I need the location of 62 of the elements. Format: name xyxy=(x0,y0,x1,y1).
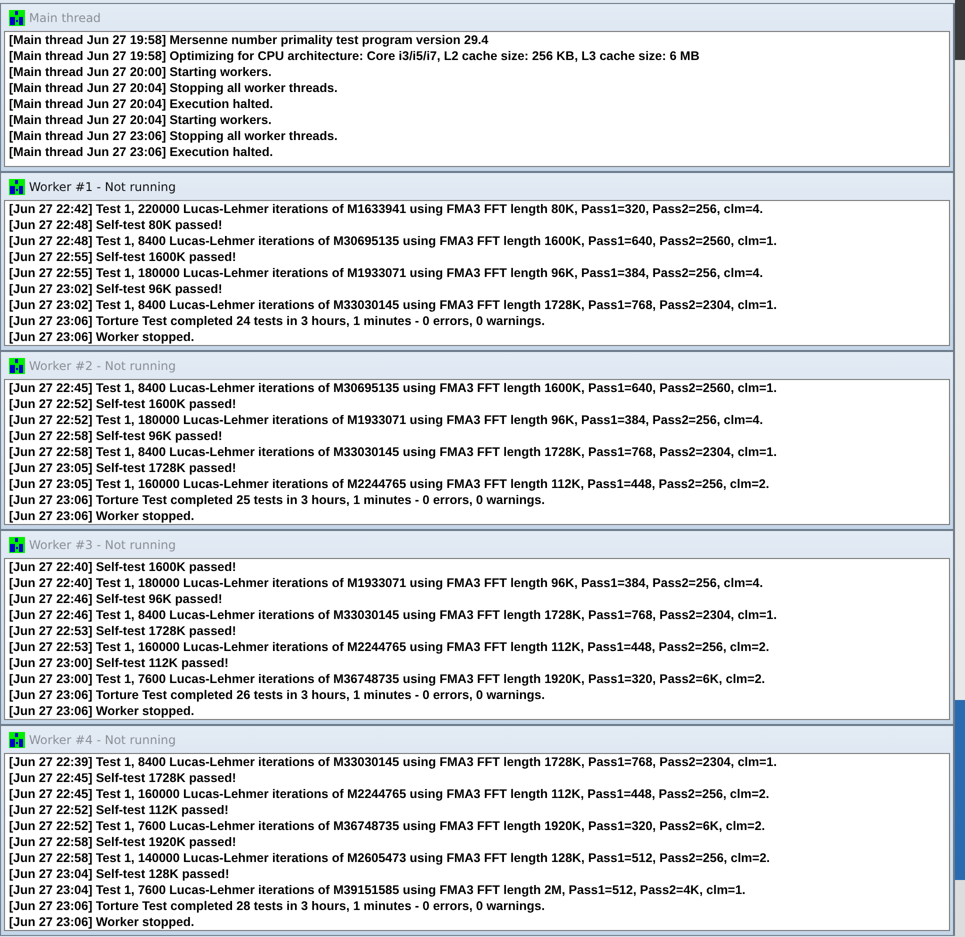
log-line: [Jun 27 22:46] Self-test 96K passed! xyxy=(9,591,224,607)
app-icon xyxy=(9,358,25,374)
log-line: [Jun 27 22:52] Self-test 1600K passed! xyxy=(9,396,238,412)
log-line: [Jun 27 23:00] Test 1, 7600 Lucas-Lehmer iterations of M36748735 using FMA3 FFT length 1920K, Pass1=320, Pass2=6K, clm=2. xyxy=(9,671,766,687)
log-line: [Main thread Jun 27 20:04] Starting workers. xyxy=(9,112,273,128)
log-line: [Jun 27 23:06] Torture Test completed 25 tests in 3 hours, 1 minutes - 0 errors, 0 warnings. xyxy=(9,492,546,508)
title-bar[interactable]: Worker #4 - Not running xyxy=(4,726,950,753)
log-line: [Jun 27 22:52] Self-test 112K passed! xyxy=(9,802,230,818)
window-title: Main thread xyxy=(29,10,101,24)
log-line: [Main thread Jun 27 23:06] Stopping all worker threads. xyxy=(9,128,339,144)
log-line: [Jun 27 22:55] Self-test 1600K passed! xyxy=(9,249,238,265)
window-title: Worker #3 - Not running xyxy=(29,538,176,552)
log-line: [Jun 27 23:00] Self-test 112K passed! xyxy=(9,655,230,671)
title-bar[interactable]: Worker #3 - Not running xyxy=(4,531,950,558)
log-line: [Main thread Jun 27 20:00] Starting workers. xyxy=(9,64,273,80)
log-line: [Jun 27 22:48] Self-test 80K passed! xyxy=(9,217,224,233)
title-bar[interactable]: Main thread xyxy=(4,4,950,31)
log-line: [Jun 27 22:45] Self-test 1728K passed! xyxy=(9,770,238,786)
log-line: [Jun 27 22:58] Self-test 96K passed! xyxy=(9,428,224,444)
app-icon xyxy=(9,732,25,748)
log-line: [Jun 27 23:06] Torture Test completed 26 tests in 3 hours, 1 minutes - 0 errors, 0 warnings. xyxy=(9,687,546,703)
window-title: Worker #2 - Not running xyxy=(29,358,176,372)
log-line: [Jun 27 23:06] Torture Test completed 28 tests in 3 hours, 1 minutes - 0 errors, 0 warnings. xyxy=(9,898,546,914)
log-line: [Jun 27 22:46] Test 1, 8400 Lucas-Lehmer iterations of M33030145 using FMA3 FFT length 1728K, Pass1=768, Pass2=2304, clm=1. xyxy=(9,607,778,623)
log-line: [Jun 27 22:45] Test 1, 160000 Lucas-Lehmer iterations of M2244765 using FMA3 FFT length 112K, Pass1=448, Pass2=256, clm=2. xyxy=(9,786,770,802)
log-line: [Jun 27 23:05] Self-test 1728K passed! xyxy=(9,460,238,476)
log-line: [Jun 27 22:55] Test 1, 180000 Lucas-Lehmer iterations of M1933071 using FMA3 FFT length 96K, Pass1=384, Pass2=256, clm=4. xyxy=(9,265,764,281)
log-line: [Jun 27 23:06] Worker stopped. xyxy=(9,914,196,930)
title-bar[interactable]: Worker #1 - Not running xyxy=(4,173,950,200)
log-line: [Jun 27 22:58] Self-test 1920K passed! xyxy=(9,834,238,850)
log-line: [Main thread Jun 27 23:06] Execution halted. xyxy=(9,144,274,160)
window-title: Worker #1 - Not running xyxy=(29,180,176,194)
log-line: [Jun 27 22:52] Test 1, 7600 Lucas-Lehmer iterations of M36748735 using FMA3 FFT length 1920K, Pass1=320, Pass2=6K, clm=2. xyxy=(9,818,766,834)
log-line: [Jun 27 22:40] Test 1, 180000 Lucas-Lehmer iterations of M1933071 using FMA3 FFT length 96K, Pass1=384, Pass2=256, clm=4. xyxy=(9,575,764,591)
log-line: [Jun 27 23:02] Test 1, 8400 Lucas-Lehmer iterations of M33030145 using FMA3 FFT length 1728K, Pass1=768, Pass2=2304, clm=1. xyxy=(9,297,778,313)
log-line: [Jun 27 22:53] Self-test 1728K passed! xyxy=(9,623,238,639)
log-line: [Jun 27 23:05] Test 1, 160000 Lucas-Lehmer iterations of M2244765 using FMA3 FFT length 112K, Pass1=448, Pass2=256, clm=2. xyxy=(9,476,770,492)
log-line: [Jun 27 22:58] Test 1, 140000 Lucas-Lehmer iterations of M2605473 using FMA3 FFT length 128K, Pass1=512, Pass2=256, clm=2. xyxy=(9,850,771,866)
log-line: [Main thread Jun 27 19:58] Optimizing for CPU architecture: Core i3/i5/i7, L2 cache size: 256 KB, L3 cache size: 6 MB xyxy=(9,48,700,64)
app-icon xyxy=(9,178,25,194)
app-icon xyxy=(9,536,25,552)
log-line: [Jun 27 22:45] Test 1, 8400 Lucas-Lehmer iterations of M30695135 using FMA3 FFT length 1600K, Pass1=640, Pass2=2560, clm=1. xyxy=(9,380,778,396)
log-line: [Main thread Jun 27 20:04] Execution halted. xyxy=(9,96,274,112)
log-line: [Jun 27 22:40] Self-test 1600K passed! xyxy=(9,559,238,575)
log-line: [Main thread Jun 27 19:58] Mersenne number primality test program version 29.4 xyxy=(9,32,490,48)
window-title: Worker #4 - Not running xyxy=(29,732,176,746)
log-line: [Jun 27 22:53] Test 1, 160000 Lucas-Lehmer iterations of M2244765 using FMA3 FFT length 112K, Pass1=448, Pass2=256, clm=2. xyxy=(9,639,770,655)
log-line: [Jun 27 23:06] Worker stopped. xyxy=(9,703,196,719)
log-line: [Jun 27 23:06] Worker stopped. xyxy=(9,329,196,345)
log-line: [Jun 27 22:52] Test 1, 180000 Lucas-Lehmer iterations of M1933071 using FMA3 FFT length 96K, Pass1=384, Pass2=256, clm=4. xyxy=(9,412,764,428)
log-line: [Jun 27 22:48] Test 1, 8400 Lucas-Lehmer iterations of M30695135 using FMA3 FFT length 1600K, Pass1=640, Pass2=2560, clm=1. xyxy=(9,233,778,249)
log-line: [Jun 27 22:58] Test 1, 8400 Lucas-Lehmer iterations of M33030145 using FMA3 FFT length 1728K, Pass1=768, Pass2=2304, clm=1. xyxy=(9,444,778,460)
title-bar[interactable]: Worker #2 - Not running xyxy=(4,352,950,379)
log-line: [Jun 27 23:06] Torture Test completed 24 tests in 3 hours, 1 minutes - 0 errors, 0 warnings. xyxy=(9,313,546,329)
log-line: [Jun 27 23:04] Test 1, 7600 Lucas-Lehmer iterations of M39151585 using FMA3 FFT length 2M, Pass1=512, Pass2=4K, clm=1. xyxy=(9,882,747,898)
log-line: [Jun 27 22:39] Test 1, 8400 Lucas-Lehmer iterations of M33030145 using FMA3 FFT length 1728K, Pass1=768, Pass2=2304, clm=1. xyxy=(9,754,778,770)
log-line: [Jun 27 23:04] Self-test 128K passed! xyxy=(9,866,230,882)
app-icon xyxy=(9,10,25,26)
log-line: [Jun 27 23:06] Worker stopped. xyxy=(9,508,196,524)
log-line: [Jun 27 22:42] Test 1, 220000 Lucas-Lehmer iterations of M1633941 using FMA3 FFT length 80K, Pass1=320, Pass2=256, clm=4. xyxy=(9,201,764,217)
log-line: [Main thread Jun 27 20:04] Stopping all worker threads. xyxy=(9,80,339,96)
log-line: [Jun 27 23:02] Self-test 96K passed! xyxy=(9,281,224,297)
